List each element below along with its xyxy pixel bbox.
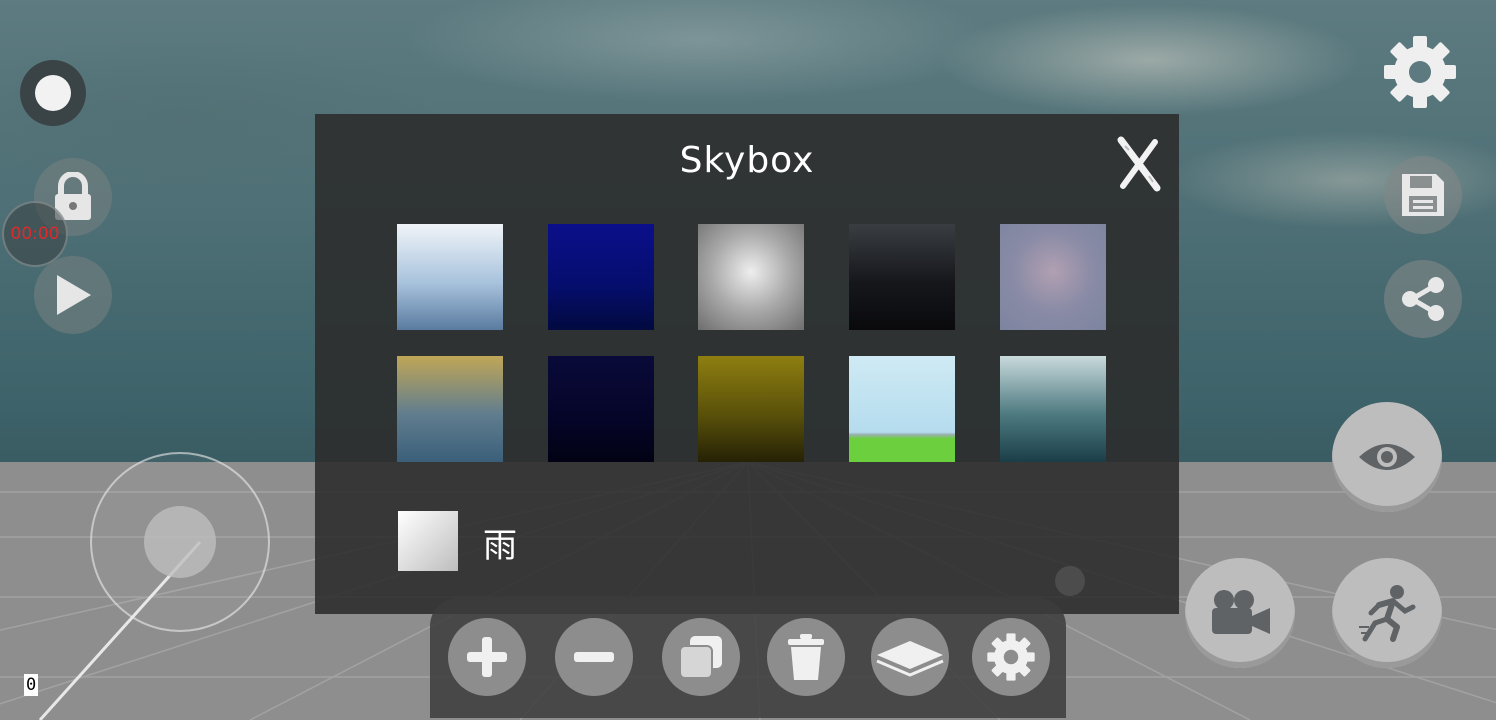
frame-counter: 0 xyxy=(24,674,39,696)
skybox-deep-blue-thumbnail[interactable] xyxy=(548,224,654,330)
skybox-gold-teal-thumbnail[interactable] xyxy=(397,356,503,462)
panel-title: Skybox xyxy=(679,140,815,181)
skybox-gray-storm-thumbnail[interactable] xyxy=(698,224,804,330)
run-mode-button[interactable] xyxy=(1332,558,1442,668)
skybox-night-thumbnail[interactable] xyxy=(548,356,654,462)
running-person-icon xyxy=(1359,585,1416,642)
layers-icon xyxy=(876,641,944,677)
camera-button[interactable] xyxy=(1185,558,1295,668)
remove-button[interactable] xyxy=(555,618,633,696)
save-button[interactable] xyxy=(1384,156,1462,234)
view-toggle-button[interactable] xyxy=(1332,402,1442,512)
viewport-3d[interactable]: 00:00 0 Skybox 雨 xyxy=(0,0,1496,720)
add-icon xyxy=(467,637,507,677)
skybox-hazy-purple-thumbnail[interactable] xyxy=(1000,224,1106,330)
trash-icon xyxy=(788,634,824,680)
timer-display: 00:00 xyxy=(2,201,68,267)
record-dot-icon xyxy=(35,75,71,111)
layers-button[interactable] xyxy=(871,618,949,696)
duplicate-button[interactable] xyxy=(662,618,740,696)
settings-gear-icon[interactable] xyxy=(1382,34,1458,110)
rain-checkbox[interactable] xyxy=(398,511,458,571)
settings-icon xyxy=(987,633,1035,681)
tool-settings-button[interactable] xyxy=(972,618,1050,696)
bottom-toolbar xyxy=(430,598,1066,718)
timer-text: 00:00 xyxy=(10,224,60,244)
close-x-icon[interactable] xyxy=(1115,136,1163,192)
rain-label: 雨 xyxy=(483,526,517,566)
movement-joystick[interactable] xyxy=(90,452,270,632)
delete-button[interactable] xyxy=(767,618,845,696)
share-button[interactable] xyxy=(1384,260,1462,338)
video-camera-icon xyxy=(1212,590,1270,634)
floppy-disk-icon xyxy=(1402,174,1444,216)
share-icon xyxy=(1402,277,1444,321)
skybox-meadow-thumbnail[interactable] xyxy=(849,356,955,462)
duplicate-icon xyxy=(679,636,722,679)
record-button[interactable] xyxy=(20,60,86,126)
faint-close-icon xyxy=(1055,566,1085,596)
eye-icon xyxy=(1359,444,1415,470)
joystick-knob[interactable] xyxy=(144,506,216,578)
skybox-panel: Skybox 雨 xyxy=(315,114,1179,614)
play-icon xyxy=(57,275,91,315)
remove-icon xyxy=(574,652,614,662)
skybox-cloudy-day-thumbnail[interactable] xyxy=(397,224,503,330)
skybox-olive-storm-thumbnail[interactable] xyxy=(698,356,804,462)
play-button[interactable] xyxy=(34,256,112,334)
add-button[interactable] xyxy=(448,618,526,696)
skybox-dark-clouds-thumbnail[interactable] xyxy=(849,224,955,330)
skybox-ocean-light-thumbnail[interactable] xyxy=(1000,356,1106,462)
